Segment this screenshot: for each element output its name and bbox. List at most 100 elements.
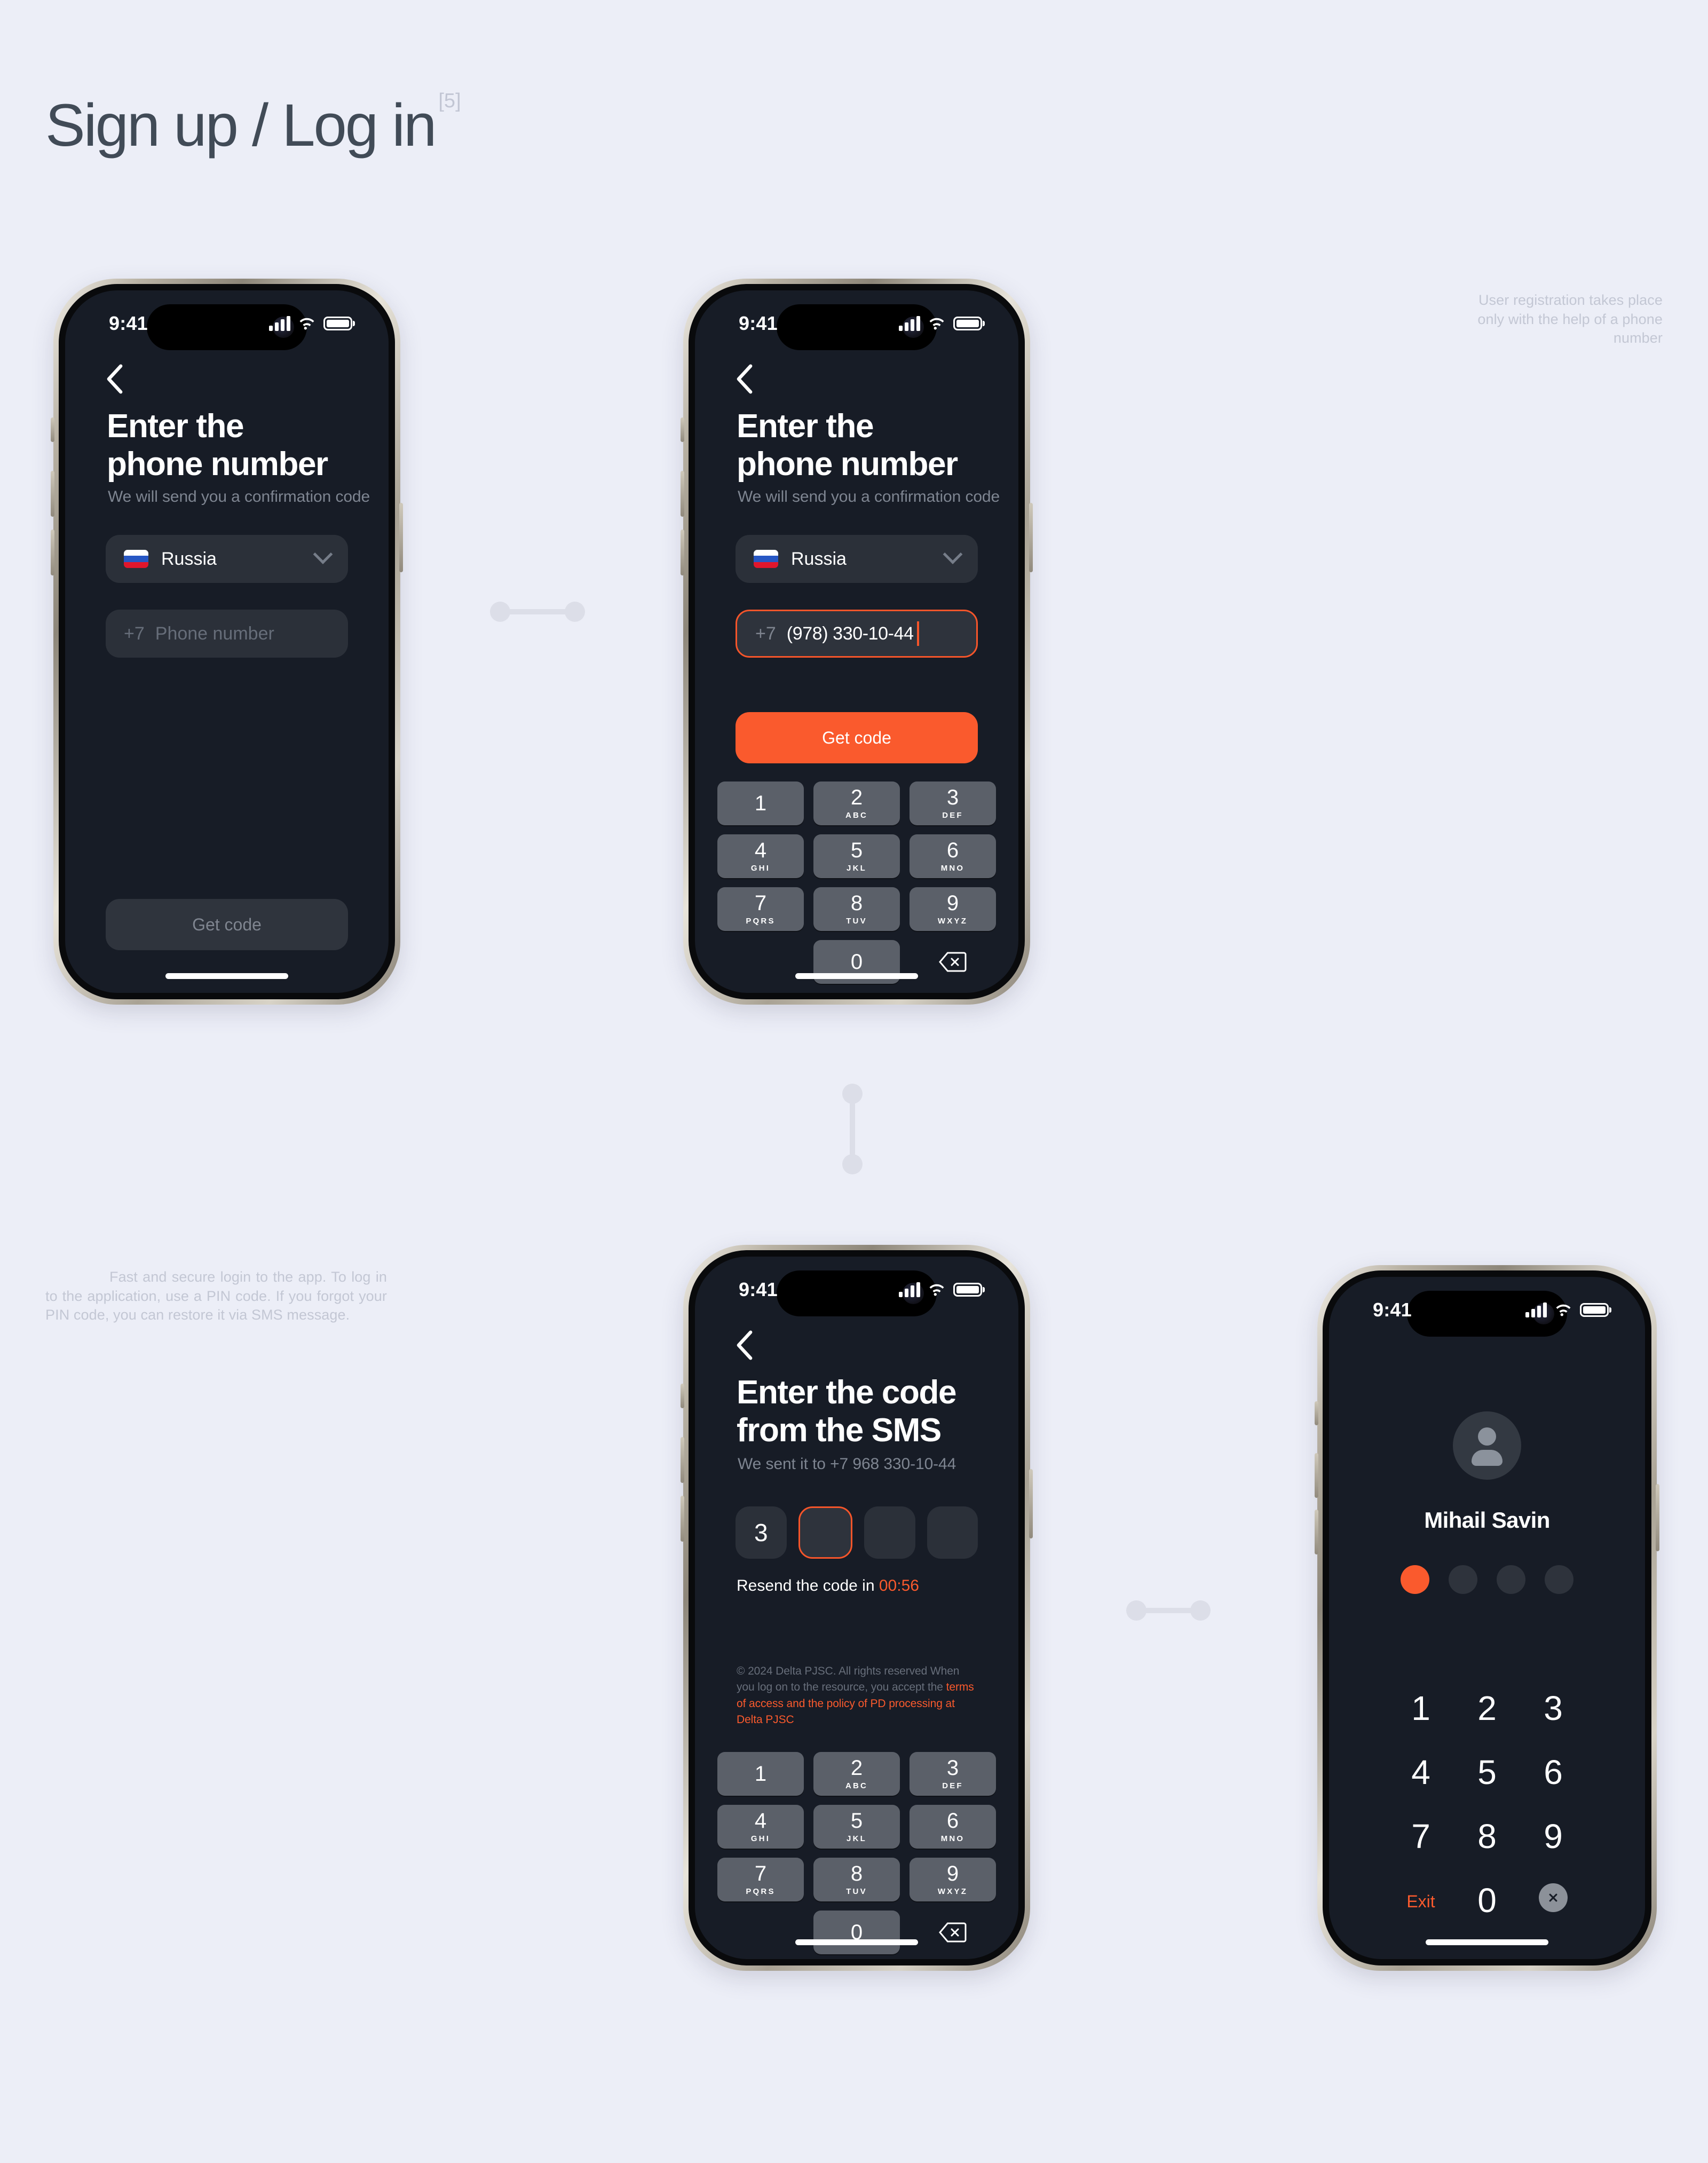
phone-mockup-enter-sms-code: 9:41 Enter the code from the SMS We sent… xyxy=(681,1245,1033,1971)
pin-key-7[interactable]: 7 xyxy=(1388,1819,1454,1853)
pin-delete-button[interactable] xyxy=(1520,1883,1586,1917)
pin-key-4[interactable]: 4 xyxy=(1388,1755,1454,1789)
country-selector[interactable]: Russia xyxy=(736,535,978,583)
key-digit: 7 xyxy=(754,1862,767,1885)
phone-number-input[interactable]: +7 Phone number xyxy=(106,610,348,658)
mute-switch[interactable] xyxy=(681,417,684,442)
cellular-bars-icon xyxy=(899,315,920,331)
home-indicator[interactable] xyxy=(795,1939,918,1945)
mute-switch[interactable] xyxy=(681,1384,684,1408)
key-9[interactable]: 9 WXYZ xyxy=(910,1858,996,1901)
volume-up-button[interactable] xyxy=(681,1437,684,1483)
cellular-bars-icon xyxy=(269,315,290,331)
backspace-icon[interactable] xyxy=(910,940,996,984)
pin-key-2[interactable]: 2 xyxy=(1454,1691,1520,1725)
home-indicator[interactable] xyxy=(1426,1939,1548,1945)
back-chevron-icon[interactable] xyxy=(106,364,124,394)
key-4[interactable]: 4 GHI xyxy=(717,834,804,878)
key-3[interactable]: 3 DEF xyxy=(910,781,996,825)
connector-dot-start xyxy=(1126,1600,1146,1621)
key-digit: 6 xyxy=(946,1809,959,1833)
exit-button[interactable]: Exit xyxy=(1388,1883,1454,1917)
screen-pin-lock: 9:41 Mihail Savin 1 2 3 4 5 6 7 8 9 Exit… xyxy=(1329,1277,1645,1959)
phone-input-value: (978) 330-10-44 xyxy=(786,623,914,644)
volume-up-button[interactable] xyxy=(681,471,684,517)
pin-dots-group xyxy=(1329,1565,1645,1594)
pin-key-8[interactable]: 8 xyxy=(1454,1819,1520,1853)
key-8[interactable]: 8 TUV xyxy=(813,887,900,931)
volume-down-button[interactable] xyxy=(51,530,54,575)
wifi-icon xyxy=(1556,1304,1571,1316)
key-7[interactable]: 7 PQRS xyxy=(717,1858,804,1901)
page-subtitle: We sent it to +7 968 330-10-44 xyxy=(738,1455,956,1473)
otp-box-4[interactable] xyxy=(927,1506,978,1559)
back-chevron-icon[interactable] xyxy=(736,1330,754,1360)
battery-icon xyxy=(323,316,352,330)
status-indicators xyxy=(1525,1302,1609,1317)
otp-input-group: 3 xyxy=(736,1506,978,1559)
get-code-button[interactable]: Get code xyxy=(106,899,348,950)
pin-key-5[interactable]: 5 xyxy=(1454,1755,1520,1789)
keypad-row: 4 GHI 5 JKL 6 MNO xyxy=(717,1805,996,1849)
pin-key-9[interactable]: 9 xyxy=(1520,1819,1586,1853)
back-chevron-icon[interactable] xyxy=(736,364,754,394)
key-1[interactable]: 1 xyxy=(717,781,804,825)
key-digit: 4 xyxy=(754,1809,767,1833)
key-9[interactable]: 9 WXYZ xyxy=(910,887,996,931)
key-2[interactable]: 2 ABC xyxy=(813,1752,900,1796)
volume-down-button[interactable] xyxy=(681,530,684,575)
otp-box-2[interactable] xyxy=(798,1506,852,1559)
keypad-row: 1 2 ABC 3 DEF xyxy=(717,781,996,825)
key-letters: MNO xyxy=(940,864,965,873)
key-2[interactable]: 2 ABC xyxy=(813,781,900,825)
power-button[interactable] xyxy=(1029,1469,1033,1538)
key-5[interactable]: 5 JKL xyxy=(813,1805,900,1849)
backspace-icon[interactable] xyxy=(910,1911,996,1954)
keypad-row: 4 GHI 5 JKL 6 MNO xyxy=(717,834,996,878)
otp-box-3[interactable] xyxy=(864,1506,915,1559)
page-subtitle: We will send you a confirmation code xyxy=(108,488,370,506)
mute-switch[interactable] xyxy=(1315,1401,1318,1425)
keypad-row: 0 xyxy=(717,1911,996,1954)
pin-key-0[interactable]: 0 xyxy=(1454,1883,1520,1917)
battery-icon xyxy=(953,1282,982,1297)
key-4[interactable]: 4 GHI xyxy=(717,1805,804,1849)
key-letters: DEF xyxy=(942,1781,963,1790)
power-button[interactable] xyxy=(1656,1484,1659,1551)
chevron-down-icon xyxy=(943,544,963,564)
volume-down-button[interactable] xyxy=(681,1496,684,1542)
key-6[interactable]: 6 MNO xyxy=(910,1805,996,1849)
key-7[interactable]: 7 PQRS xyxy=(717,887,804,931)
key-0[interactable]: 0 xyxy=(813,1911,900,1954)
key-6[interactable]: 6 MNO xyxy=(910,834,996,878)
page-heading: Enter the code from the SMS xyxy=(737,1374,956,1449)
volume-up-button[interactable] xyxy=(1315,1453,1318,1498)
key-8[interactable]: 8 TUV xyxy=(813,1858,900,1901)
key-3[interactable]: 3 DEF xyxy=(910,1752,996,1796)
status-time: 9:41 xyxy=(739,312,778,334)
volume-down-button[interactable] xyxy=(1315,1510,1318,1554)
home-indicator[interactable] xyxy=(165,973,288,979)
power-button[interactable] xyxy=(399,503,403,572)
user-name: Mihail Savin xyxy=(1424,1507,1550,1533)
phone-number-input[interactable]: +7 (978) 330-10-44 xyxy=(736,610,978,658)
keypad-spacer xyxy=(717,1911,804,1954)
country-selector[interactable]: Russia xyxy=(106,535,348,583)
key-5[interactable]: 5 JKL xyxy=(813,834,900,878)
key-letters: TUV xyxy=(846,1887,867,1896)
resend-code-label[interactable]: Resend the code in 00:56 xyxy=(737,1577,919,1595)
key-1[interactable]: 1 xyxy=(717,1752,804,1796)
pin-key-6[interactable]: 6 xyxy=(1520,1755,1586,1789)
pin-key-1[interactable]: 1 xyxy=(1388,1691,1454,1725)
mute-switch[interactable] xyxy=(51,417,54,442)
pin-key-3[interactable]: 3 xyxy=(1520,1691,1586,1725)
otp-box-1[interactable]: 3 xyxy=(736,1506,787,1559)
get-code-button[interactable]: Get code xyxy=(736,712,978,763)
power-button[interactable] xyxy=(1029,503,1033,572)
pin-dot-2 xyxy=(1449,1565,1477,1594)
page-heading: Enter the phone number xyxy=(737,408,958,483)
pin-dot-3 xyxy=(1497,1565,1525,1594)
home-indicator[interactable] xyxy=(795,973,918,979)
connector-phone2-phone3 xyxy=(842,1084,863,1174)
volume-up-button[interactable] xyxy=(51,471,54,517)
